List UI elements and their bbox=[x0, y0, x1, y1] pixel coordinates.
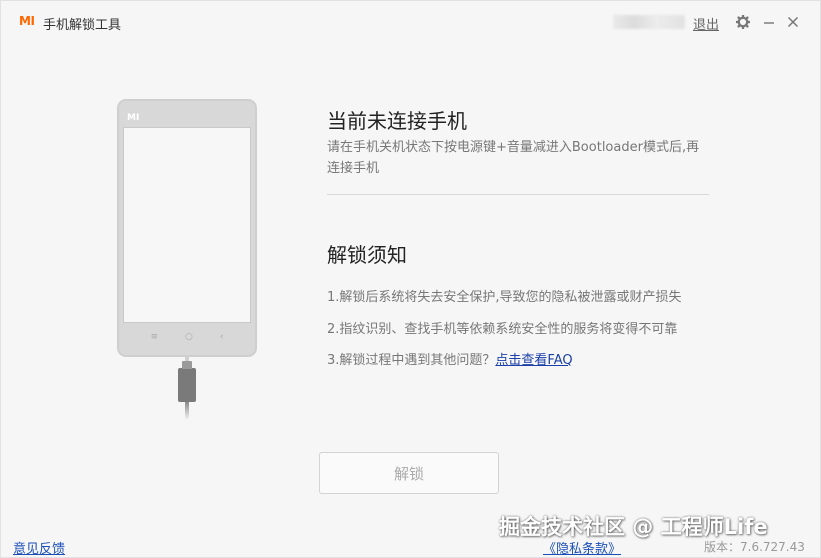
mi-logo: MI bbox=[19, 14, 35, 28]
back-icon: ‹ bbox=[219, 332, 224, 342]
usb-wire bbox=[185, 402, 189, 420]
connection-status-title: 当前未连接手机 bbox=[327, 109, 467, 133]
feedback-link[interactable]: 意见反馈 bbox=[13, 538, 65, 557]
usb-plug-icon bbox=[178, 361, 196, 402]
privacy-policy-link[interactable]: 《隐私条款》 bbox=[543, 538, 621, 557]
unlock-note-3: 3.解锁过程中遇到其他问题？点击查看FAQ bbox=[327, 349, 573, 368]
phone-nav-buttons: ≡ ○ ‹ bbox=[119, 331, 255, 343]
faq-link[interactable]: 点击查看FAQ bbox=[495, 353, 572, 368]
version-label: 版本：7.6.727.43 bbox=[704, 540, 805, 554]
unlock-note-3-text: 3.解锁过程中遇到其他问题？ bbox=[327, 353, 496, 368]
phone-screen bbox=[123, 127, 251, 323]
unlock-note-2: 2.指纹识别、查找手机等依赖系统安全性的服务将变得不可靠 bbox=[327, 322, 678, 337]
menu-icon: ≡ bbox=[150, 332, 159, 342]
app-window: MI 手机解锁工具 退出 MI ≡ ○ ‹ 当前未连接手机 请在手机关机状态下按… bbox=[0, 0, 821, 558]
unlock-notes-title: 解锁须知 bbox=[327, 243, 407, 267]
unlock-button[interactable]: 解锁 bbox=[319, 452, 499, 494]
connection-instructions: 请在手机关机状态下按电源键+音量减进入Bootloader模式后,再连接手机 bbox=[327, 140, 700, 176]
app-title: 手机解锁工具 bbox=[43, 18, 122, 33]
home-icon: ○ bbox=[185, 332, 193, 342]
title-bar: MI 手机解锁工具 退出 bbox=[1, 1, 820, 43]
watermark: 掘金技术社区 @ 工程师Life bbox=[499, 515, 768, 539]
close-icon[interactable] bbox=[784, 13, 802, 31]
unlock-note-1: 1.解锁后系统将失去安全保护,导致您的隐私被泄露或财产损失 bbox=[327, 290, 682, 305]
logout-link[interactable]: 退出 bbox=[693, 14, 719, 33]
phone-mi-logo: MI bbox=[127, 113, 140, 123]
phone-illustration: MI ≡ ○ ‹ bbox=[117, 99, 257, 357]
account-name-blurred bbox=[613, 15, 685, 29]
gear-icon[interactable] bbox=[734, 13, 752, 31]
minimize-icon[interactable] bbox=[760, 13, 778, 31]
divider bbox=[327, 194, 709, 195]
